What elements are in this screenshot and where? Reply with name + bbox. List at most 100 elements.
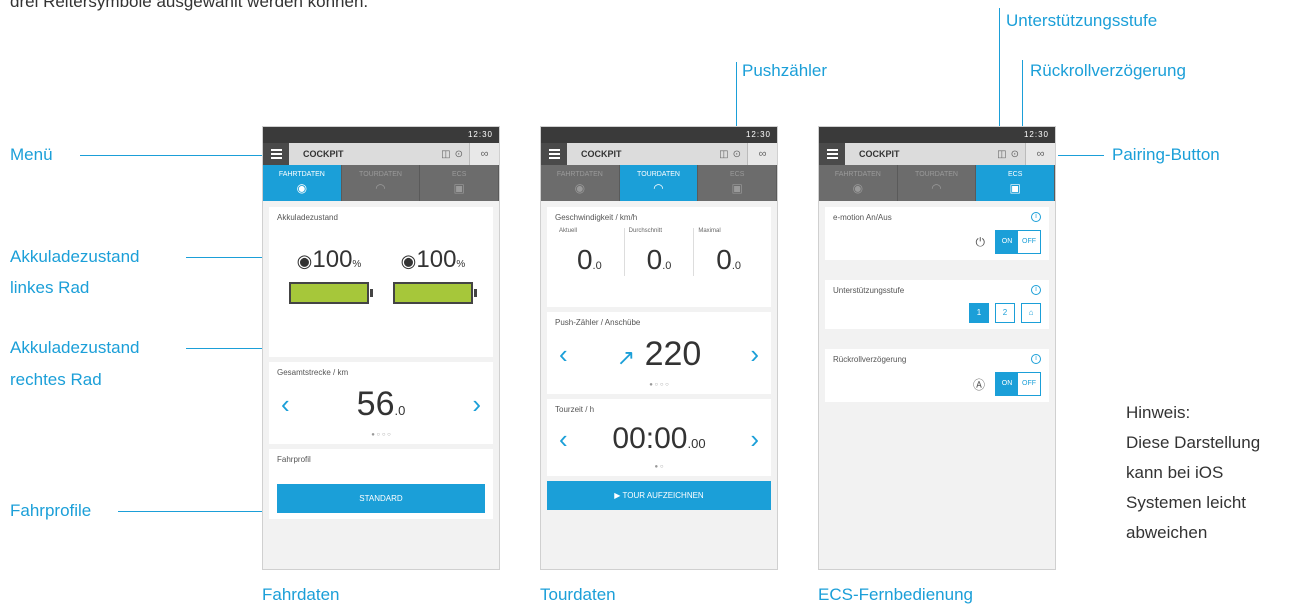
tab-tourdaten[interactable]: TOURDATEN ◠ [619,165,699,201]
battery-card: Akkuladezustand ◉100% ◉100% [269,207,493,357]
chevron-right-icon[interactable]: › [750,339,759,370]
battery-bar-right [393,282,477,304]
info-icon[interactable]: i [1031,285,1041,295]
wheel-icon: ◉ [400,251,417,271]
level-1-button[interactable]: 1 [969,303,989,323]
app-bar: COCKPIT ◫ ⊙ ∞ [263,143,499,165]
phone-fahrdaten: 12:30 COCKPIT ◫ ⊙ ∞ FAHRTDATEN ◉ TOURDATEN… [262,126,500,570]
remote-icon: ▣ [731,181,743,195]
lock-icon: ⊙ [732,148,741,160]
play-icon: ▶ [614,491,621,500]
tab-fahrtdaten[interactable]: FAHRTDATEN ◉ [819,165,898,201]
hamburger-icon[interactable] [541,143,567,165]
content: e-motion An/Aus i ⏻ ON OFF Unterstützung… [819,201,1055,569]
tab-fahrtdaten[interactable]: FAHRTDATEN ◉ [541,165,620,201]
chevron-left-icon[interactable]: ‹ [559,339,568,370]
rollback-icon: Ⓐ [972,377,985,392]
app-bar: COCKPIT ◫ ⊙ ∞ [819,143,1055,165]
callout-akku-rechts-2: rechtes Rad [10,370,102,389]
learning-mode-icon[interactable]: ⌂ [1021,303,1041,323]
chevron-left-icon[interactable]: ‹ [559,424,568,455]
remote-icon: ▣ [1009,181,1021,195]
profile-card: Fahrprofil STANDARD [269,449,493,519]
emotion-toggle[interactable]: ON OFF [995,230,1041,254]
status-bar: 12:30 [541,127,777,143]
app-title: COCKPIT [845,143,992,165]
lock-icon: ⊙ [1010,148,1019,160]
info-icon[interactable]: i [1031,354,1041,364]
tab-bar: FAHRTDATEN ◉ TOURDATEN ◠ ECS ▣ [263,165,499,201]
phone-tourdaten: 12:30 COCKPIT ◫ ⊙ ∞ FAHRTDATEN ◉ TOURDATEN… [540,126,778,570]
status-bar: 12:30 [819,127,1055,143]
battery-right: ◉100% [393,246,477,304]
chevron-right-icon[interactable]: › [472,389,481,420]
callout-unterstuetzung: Unterstützungsstufe [1006,11,1158,30]
gauge-icon: ◠ [931,181,942,195]
lock-icon: ⊙ [454,148,463,160]
tour-record-button[interactable]: ▶ TOUR AUFZEICHNEN [547,481,771,510]
level-2-button[interactable]: 2 [995,303,1015,323]
page-dots: ● ○ ○ ○ [649,382,669,388]
tab-ecs[interactable]: ECS ▣ [698,165,777,201]
tab-bar: FAHRTDATEN ◉ TOURDATEN ◠ ECS ▣ [541,165,777,201]
gauge-icon: ◠ [653,181,664,195]
tab-fahrtdaten[interactable]: FAHRTDATEN ◉ [263,165,342,201]
tab-tourdaten[interactable]: TOURDATEN ◠ [898,165,977,201]
link-icon[interactable]: ∞ [1025,143,1055,165]
battery-left: ◉100% [289,246,373,304]
push-card: Push-Zähler / Anschübe ‹ ↗ 220 › ● ○ ○ ○ [547,312,771,394]
phone-ecs: 12:30 COCKPIT ◫ ⊙ ∞ FAHRTDATEN ◉ TOURDATEN… [818,126,1056,570]
remote-icon: ▣ [453,181,465,195]
callout-pairing: Pairing-Button [1112,145,1220,164]
top-caption: drei Reitersymbole ausgewählt werden kön… [10,0,369,11]
rollback-toggle[interactable]: ON OFF [995,372,1041,396]
content: Geschwindigkeit / km/h Aktuell 0.0 Durchs… [541,201,777,569]
battery-fill-left [291,284,367,302]
caption-ecs: ECS-Fernbedienung [818,585,973,604]
box-icon: ◫ [719,148,729,160]
link-icon[interactable]: ∞ [469,143,499,165]
app-bar: COCKPIT ◫ ⊙ ∞ [541,143,777,165]
battery-tab-icon: ◉ [852,181,864,195]
app-title: COCKPIT [289,143,436,165]
caption-tourdaten: Tourdaten [540,585,616,604]
hamburger-icon[interactable] [819,143,845,165]
standard-button[interactable]: STANDARD [277,484,485,513]
chevron-right-icon[interactable]: › [750,424,759,455]
push-icon: ↗ [616,345,636,370]
tab-ecs[interactable]: ECS ▣ [420,165,499,201]
tab-tourdaten[interactable]: TOURDATEN ◠ [342,165,421,201]
tab-ecs[interactable]: ECS ▣ [976,165,1055,201]
emotion-card: e-motion An/Aus i ⏻ ON OFF [825,207,1049,260]
caption-fahrdaten: Fahrdaten [262,585,340,604]
hint-text: Hinweis: Diese Darstellung kann bei iOS … [1126,403,1261,542]
callout-fahrprofile: Fahrprofile [10,501,92,520]
page-dots: ● ○ ○ ○ [371,432,391,438]
status-bar: 12:30 [263,127,499,143]
app-title: COCKPIT [567,143,714,165]
callout-akku-rechts-1: Akkuladezustand [10,338,140,357]
page-dots: ● ○ [654,464,664,470]
info-icon[interactable]: i [1031,212,1041,222]
callout-pushzaehler: Pushzähler [742,61,828,80]
tour-card: Tourzeit / h ‹ 00:00.00 › ● ○ [547,399,771,476]
hamburger-icon[interactable] [263,143,289,165]
callout-menu-line [80,155,266,156]
battery-tab-icon: ◉ [296,181,308,195]
callout-pairing-line [1058,155,1104,156]
callout-akku-links-1: Akkuladezustand [10,247,140,266]
chevron-left-icon[interactable]: ‹ [281,389,290,420]
callout-menu: Menü [10,145,53,164]
callout-rueckroll: Rückrollverzögerung [1030,61,1186,80]
level-card: Unterstützungsstufe i 1 2 ⌂ [825,280,1049,329]
box-icon: ◫ [441,148,451,160]
battery-bar-left [289,282,373,304]
tab-bar: FAHRTDATEN ◉ TOURDATEN ◠ ECS ▣ [819,165,1055,201]
power-icon: ⏻ [975,234,986,249]
box-icon: ◫ [997,148,1007,160]
link-icon[interactable]: ∞ [747,143,777,165]
distance-card: Gesamtstrecke / km ‹ 56.0 › ● ○ ○ ○ [269,362,493,444]
content: Akkuladezustand ◉100% ◉100% Gesamtstreck… [263,201,499,569]
wheel-icon: ◉ [296,251,313,271]
battery-tab-icon: ◉ [574,181,586,195]
